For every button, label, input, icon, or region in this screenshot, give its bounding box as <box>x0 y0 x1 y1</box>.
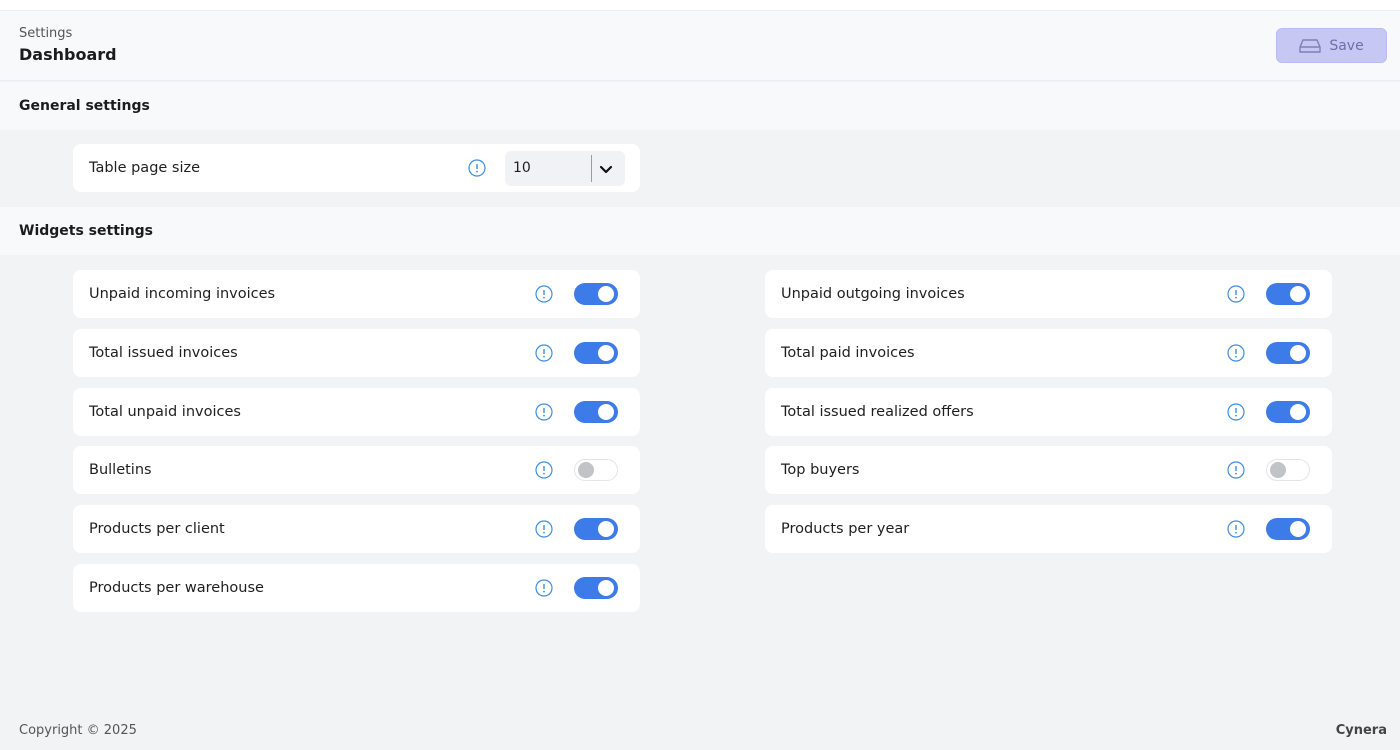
toggle-knob <box>598 345 614 361</box>
toggle-knob <box>598 286 614 302</box>
widget-toggle[interactable] <box>1266 283 1310 305</box>
widget-toggle[interactable] <box>574 459 618 481</box>
widget-label: Bulletins <box>89 462 152 478</box>
widget-toggle[interactable] <box>1266 459 1310 481</box>
widget-label: Products per year <box>781 521 910 537</box>
brand-name: Cynera <box>1335 723 1387 738</box>
hard-drive-icon <box>1299 38 1322 53</box>
widget-toggle[interactable] <box>1266 342 1310 364</box>
general-settings-heading: General settings <box>0 82 1400 130</box>
toggle-knob <box>1290 521 1306 537</box>
widget-label: Total unpaid invoices <box>89 404 241 420</box>
widget-row: Top buyers <box>765 446 1332 494</box>
widget-row: Total unpaid invoices <box>73 388 640 436</box>
widget-label: Unpaid incoming invoices <box>89 286 276 302</box>
info-icon[interactable] <box>1227 461 1245 479</box>
widget-toggle[interactable] <box>574 518 618 540</box>
widget-label: Products per warehouse <box>89 580 264 596</box>
toggle-knob <box>578 462 594 478</box>
widget-row: Unpaid outgoing invoices <box>765 270 1332 318</box>
select-divider <box>591 155 592 182</box>
info-icon[interactable] <box>535 579 553 597</box>
widget-row: Unpaid incoming invoices <box>73 270 640 318</box>
page-size-value: 10 <box>513 160 531 176</box>
info-icon[interactable] <box>535 403 553 421</box>
widget-row: Total issued realized offers <box>765 388 1332 436</box>
table-page-size-label: Table page size <box>89 160 201 176</box>
page-header: Settings Dashboard Save <box>0 11 1400 81</box>
chevron-down-icon[interactable] <box>597 160 615 178</box>
toggle-knob <box>1290 345 1306 361</box>
widget-toggle[interactable] <box>574 401 618 423</box>
toggle-knob <box>1270 462 1286 478</box>
info-icon[interactable] <box>1227 403 1245 421</box>
widget-row: Total issued invoices <box>73 329 640 377</box>
info-icon[interactable] <box>468 159 486 177</box>
save-button-label: Save <box>1329 37 1364 54</box>
widget-row: Products per client <box>73 505 640 553</box>
info-icon[interactable] <box>1227 520 1245 538</box>
widget-label: Total paid invoices <box>781 345 915 361</box>
toggle-knob <box>598 580 614 596</box>
widget-label: Total issued invoices <box>89 345 238 361</box>
widget-row: Products per warehouse <box>73 564 640 612</box>
toggle-knob <box>1290 286 1306 302</box>
widget-label: Total issued realized offers <box>781 404 974 420</box>
widget-label: Unpaid outgoing invoices <box>781 286 965 302</box>
widget-label: Top buyers <box>781 462 860 478</box>
info-icon[interactable] <box>1227 285 1245 303</box>
info-icon[interactable] <box>535 461 553 479</box>
widget-label: Products per client <box>89 521 225 537</box>
widget-toggle[interactable] <box>574 283 618 305</box>
toggle-knob <box>598 521 614 537</box>
toggle-knob <box>1290 404 1306 420</box>
top-strip <box>0 0 1400 11</box>
widget-row: Total paid invoices <box>765 329 1332 377</box>
copyright-text: Copyright © 2025 <box>19 723 137 738</box>
widgets-settings-heading: Widgets settings <box>0 207 1400 255</box>
widget-toggle[interactable] <box>574 342 618 364</box>
widget-row: Products per year <box>765 505 1332 553</box>
toggle-knob <box>598 404 614 420</box>
widget-toggle[interactable] <box>574 577 618 599</box>
widget-toggle[interactable] <box>1266 518 1310 540</box>
page-title: Dashboard <box>19 45 117 64</box>
breadcrumb: Settings <box>19 26 73 41</box>
page-size-select[interactable]: 10 <box>505 151 625 186</box>
widget-row: Bulletins <box>73 446 640 494</box>
info-icon[interactable] <box>535 344 553 362</box>
info-icon[interactable] <box>1227 344 1245 362</box>
info-icon[interactable] <box>535 520 553 538</box>
table-page-size-row: Table page size 10 <box>73 144 640 192</box>
info-icon[interactable] <box>535 285 553 303</box>
widget-toggle[interactable] <box>1266 401 1310 423</box>
save-button[interactable]: Save <box>1276 28 1387 63</box>
